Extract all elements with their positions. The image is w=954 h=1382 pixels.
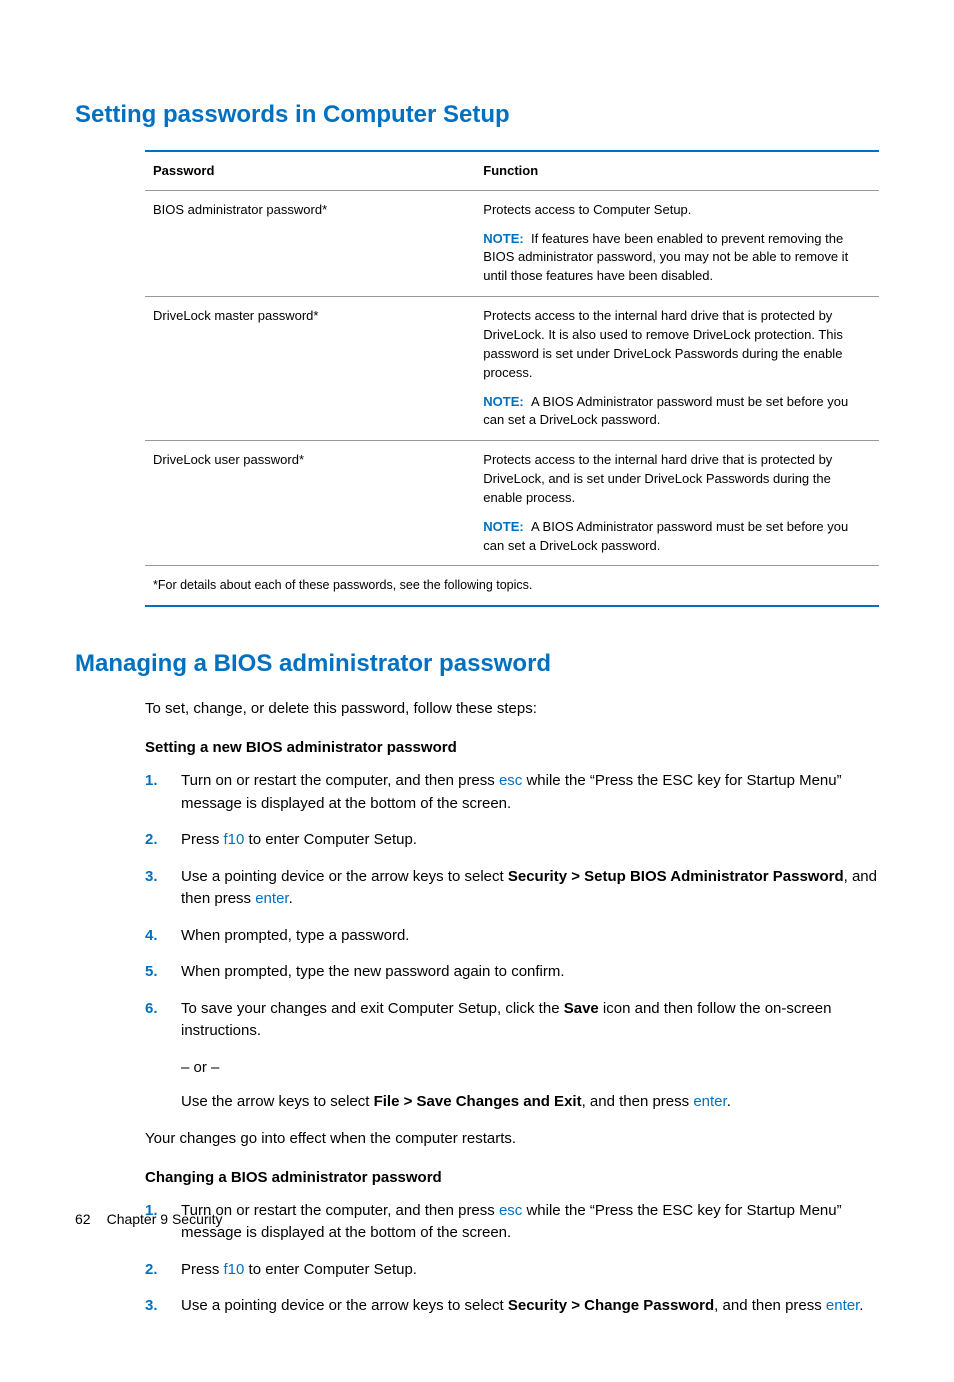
step-item: When prompted, type the new password aga… (145, 961, 879, 984)
table-row: BIOS administrator password* Protects ac… (145, 190, 879, 296)
password-name: DriveLock master password* (145, 297, 475, 441)
key-enter: enter (826, 1297, 859, 1314)
step-item: Turn on or restart the computer, and the… (145, 770, 879, 815)
password-function: Protects access to Computer Setup. NOTE:… (475, 190, 879, 296)
password-table: Password Function BIOS administrator pas… (145, 150, 879, 607)
effect-text: Your changes go into effect when the com… (145, 1128, 879, 1149)
key-f10: f10 (224, 1261, 245, 1278)
heading-setting-passwords: Setting passwords in Computer Setup (75, 98, 879, 132)
table-row: DriveLock user password* Protects access… (145, 441, 879, 566)
page-footer: 62 Chapter 9 Security (75, 1210, 223, 1230)
table-header-password: Password (145, 151, 475, 191)
steps-list-setting: Turn on or restart the computer, and the… (145, 770, 879, 1114)
note-label: NOTE: (483, 394, 523, 409)
heading-managing-bios: Managing a BIOS administrator password (75, 647, 879, 681)
intro-text: To set, change, or delete this password,… (145, 698, 879, 719)
password-function: Protects access to the internal hard dri… (475, 441, 879, 566)
or-divider: – or – (181, 1057, 879, 1080)
step-item: Turn on or restart the computer, and the… (145, 1200, 879, 1245)
subheading-changing: Changing a BIOS administrator password (145, 1167, 879, 1188)
password-name: DriveLock user password* (145, 441, 475, 566)
key-f10: f10 (224, 831, 245, 848)
steps-list-changing: Turn on or restart the computer, and the… (145, 1200, 879, 1318)
key-enter: enter (255, 890, 288, 907)
step-item: To save your changes and exit Computer S… (145, 998, 879, 1114)
table-row: DriveLock master password* Protects acce… (145, 297, 879, 441)
step-item: Use a pointing device or the arrow keys … (145, 866, 879, 911)
key-enter: enter (693, 1093, 726, 1110)
password-function: Protects access to the internal hard dri… (475, 297, 879, 441)
note-label: NOTE: (483, 231, 523, 246)
step-item: Use a pointing device or the arrow keys … (145, 1295, 879, 1318)
key-esc: esc (499, 772, 522, 789)
chapter-label: Chapter 9 Security (107, 1211, 223, 1227)
table-footnote: *For details about each of these passwor… (145, 566, 879, 606)
step-item: When prompted, type a password. (145, 925, 879, 948)
table-footnote-row: *For details about each of these passwor… (145, 566, 879, 606)
page-number: 62 (75, 1211, 91, 1227)
subheading-setting-new: Setting a new BIOS administrator passwor… (145, 737, 879, 758)
step-item: Press f10 to enter Computer Setup. (145, 829, 879, 852)
table-header-function: Function (475, 151, 879, 191)
key-esc: esc (499, 1202, 522, 1219)
password-name: BIOS administrator password* (145, 190, 475, 296)
note-label: NOTE: (483, 519, 523, 534)
